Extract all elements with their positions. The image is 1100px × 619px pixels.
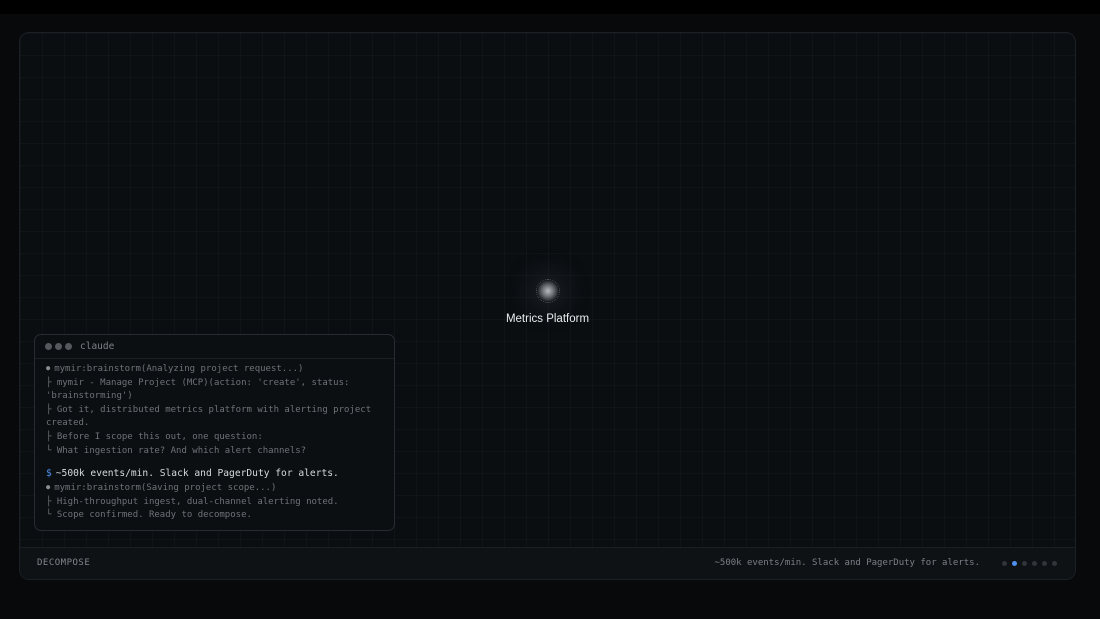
prompt-text: ~500k events/min. Slack and PagerDuty fo… xyxy=(55,468,339,480)
canvas-stage: Metrics Platform claude mymir:brainstorm… xyxy=(19,32,1076,580)
footer-status-text: ~500k events/min. Slack and PagerDuty fo… xyxy=(714,558,980,568)
terminal-line: └ Scope confirmed. Ready to decompose. xyxy=(46,510,252,521)
top-bar xyxy=(0,0,1100,14)
terminal-line: ├ mymir - Manage Project (MCP)(action: '… xyxy=(46,377,355,402)
terminal-body: mymir:brainstorm(Analyzing project reque… xyxy=(35,359,394,523)
footer-bar: DECOMPOSE ~500k events/min. Slack and Pa… xyxy=(20,547,1075,579)
pager-dot[interactable] xyxy=(1022,561,1027,566)
prompt-sign: $ xyxy=(46,468,52,480)
node-label: Metrics Platform xyxy=(505,313,590,325)
pager-dot[interactable] xyxy=(1012,561,1017,566)
terminal-line: mymir:brainstorm(Saving project scope...… xyxy=(46,481,384,496)
step-pager xyxy=(997,561,1057,566)
terminal-line: └ What ingestion rate? And which alert c… xyxy=(46,445,307,456)
project-node[interactable]: Metrics Platform xyxy=(490,273,605,333)
pager-dot[interactable] xyxy=(1032,561,1037,566)
terminal-window: claude mymir:brainstorm(Analyzing projec… xyxy=(34,334,395,531)
node-orb-icon xyxy=(535,279,560,303)
terminal-line: mymir:brainstorm(Analyzing project reque… xyxy=(46,362,384,377)
terminal-line: ├ High-throughput ingest, dual-channel a… xyxy=(46,496,339,507)
terminal-prompt-line: $ ~500k events/min. Slack and PagerDuty f… xyxy=(46,466,384,481)
window-dot-icon xyxy=(55,343,62,350)
terminal-header: claude xyxy=(35,335,394,359)
window-dot-icon xyxy=(45,343,52,350)
terminal-title: claude xyxy=(80,341,115,352)
window-dot-icon xyxy=(65,343,72,350)
pager-dot[interactable] xyxy=(1042,561,1047,566)
terminal-line: ├ Before I scope this out, one question: xyxy=(46,431,263,442)
pager-dot[interactable] xyxy=(1002,561,1007,566)
terminal-line: ├ Got it, distributed metrics platform w… xyxy=(46,404,377,429)
step-label: DECOMPOSE xyxy=(37,558,91,568)
pager-dot[interactable] xyxy=(1052,561,1057,566)
